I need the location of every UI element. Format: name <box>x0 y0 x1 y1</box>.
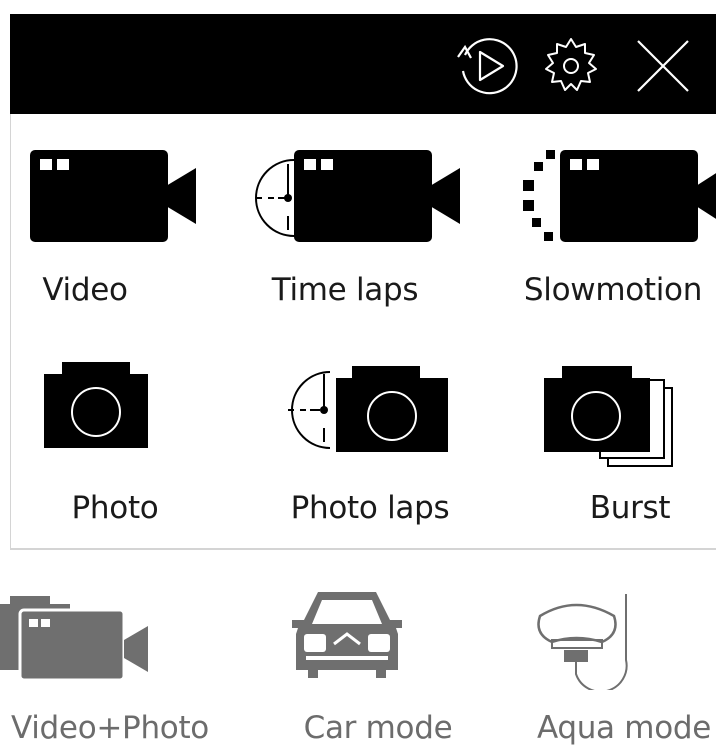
mode-label: Photo laps <box>290 490 450 526</box>
mode-burst[interactable]: Burst <box>540 360 716 530</box>
diving-mask-icon <box>537 594 628 693</box>
settings-gear-icon[interactable] <box>538 35 604 97</box>
mode-label: Aqua mode <box>536 710 712 746</box>
mode-label: Photo <box>71 490 159 526</box>
mode-label: Video+Photo <box>11 710 209 746</box>
mode-slowmotion[interactable]: Slowmotion <box>510 150 716 320</box>
car-icon <box>292 592 402 678</box>
burst-photo-icon <box>544 366 673 467</box>
video-camera-icon <box>30 150 196 242</box>
mode-video[interactable]: Video <box>30 150 220 320</box>
photo-timelapse-icon <box>288 366 448 452</box>
close-icon[interactable] <box>630 35 694 97</box>
mode-label: Burst <box>589 490 671 526</box>
top-toolbar <box>10 14 716 114</box>
mode-car[interactable]: Car mode <box>290 590 470 756</box>
mode-label: Slowmotion <box>523 272 703 308</box>
mode-video-photo[interactable]: Video+Photo <box>0 590 240 756</box>
mode-label: Video <box>42 272 128 308</box>
mode-label: Time laps <box>271 272 419 308</box>
playback-icon[interactable] <box>455 35 525 97</box>
slowmotion-camera-icon <box>523 150 716 242</box>
timelapse-camera-icon <box>255 150 460 242</box>
mode-aqua[interactable]: Aqua mode <box>530 590 716 756</box>
mode-timelapse[interactable]: Time laps <box>250 150 470 320</box>
mode-photo[interactable]: Photo <box>40 360 220 530</box>
photo-camera-icon <box>44 362 148 448</box>
video-photo-icon <box>0 596 148 682</box>
mode-photo-laps[interactable]: Photo laps <box>280 360 480 530</box>
mode-label: Car mode <box>303 710 453 746</box>
